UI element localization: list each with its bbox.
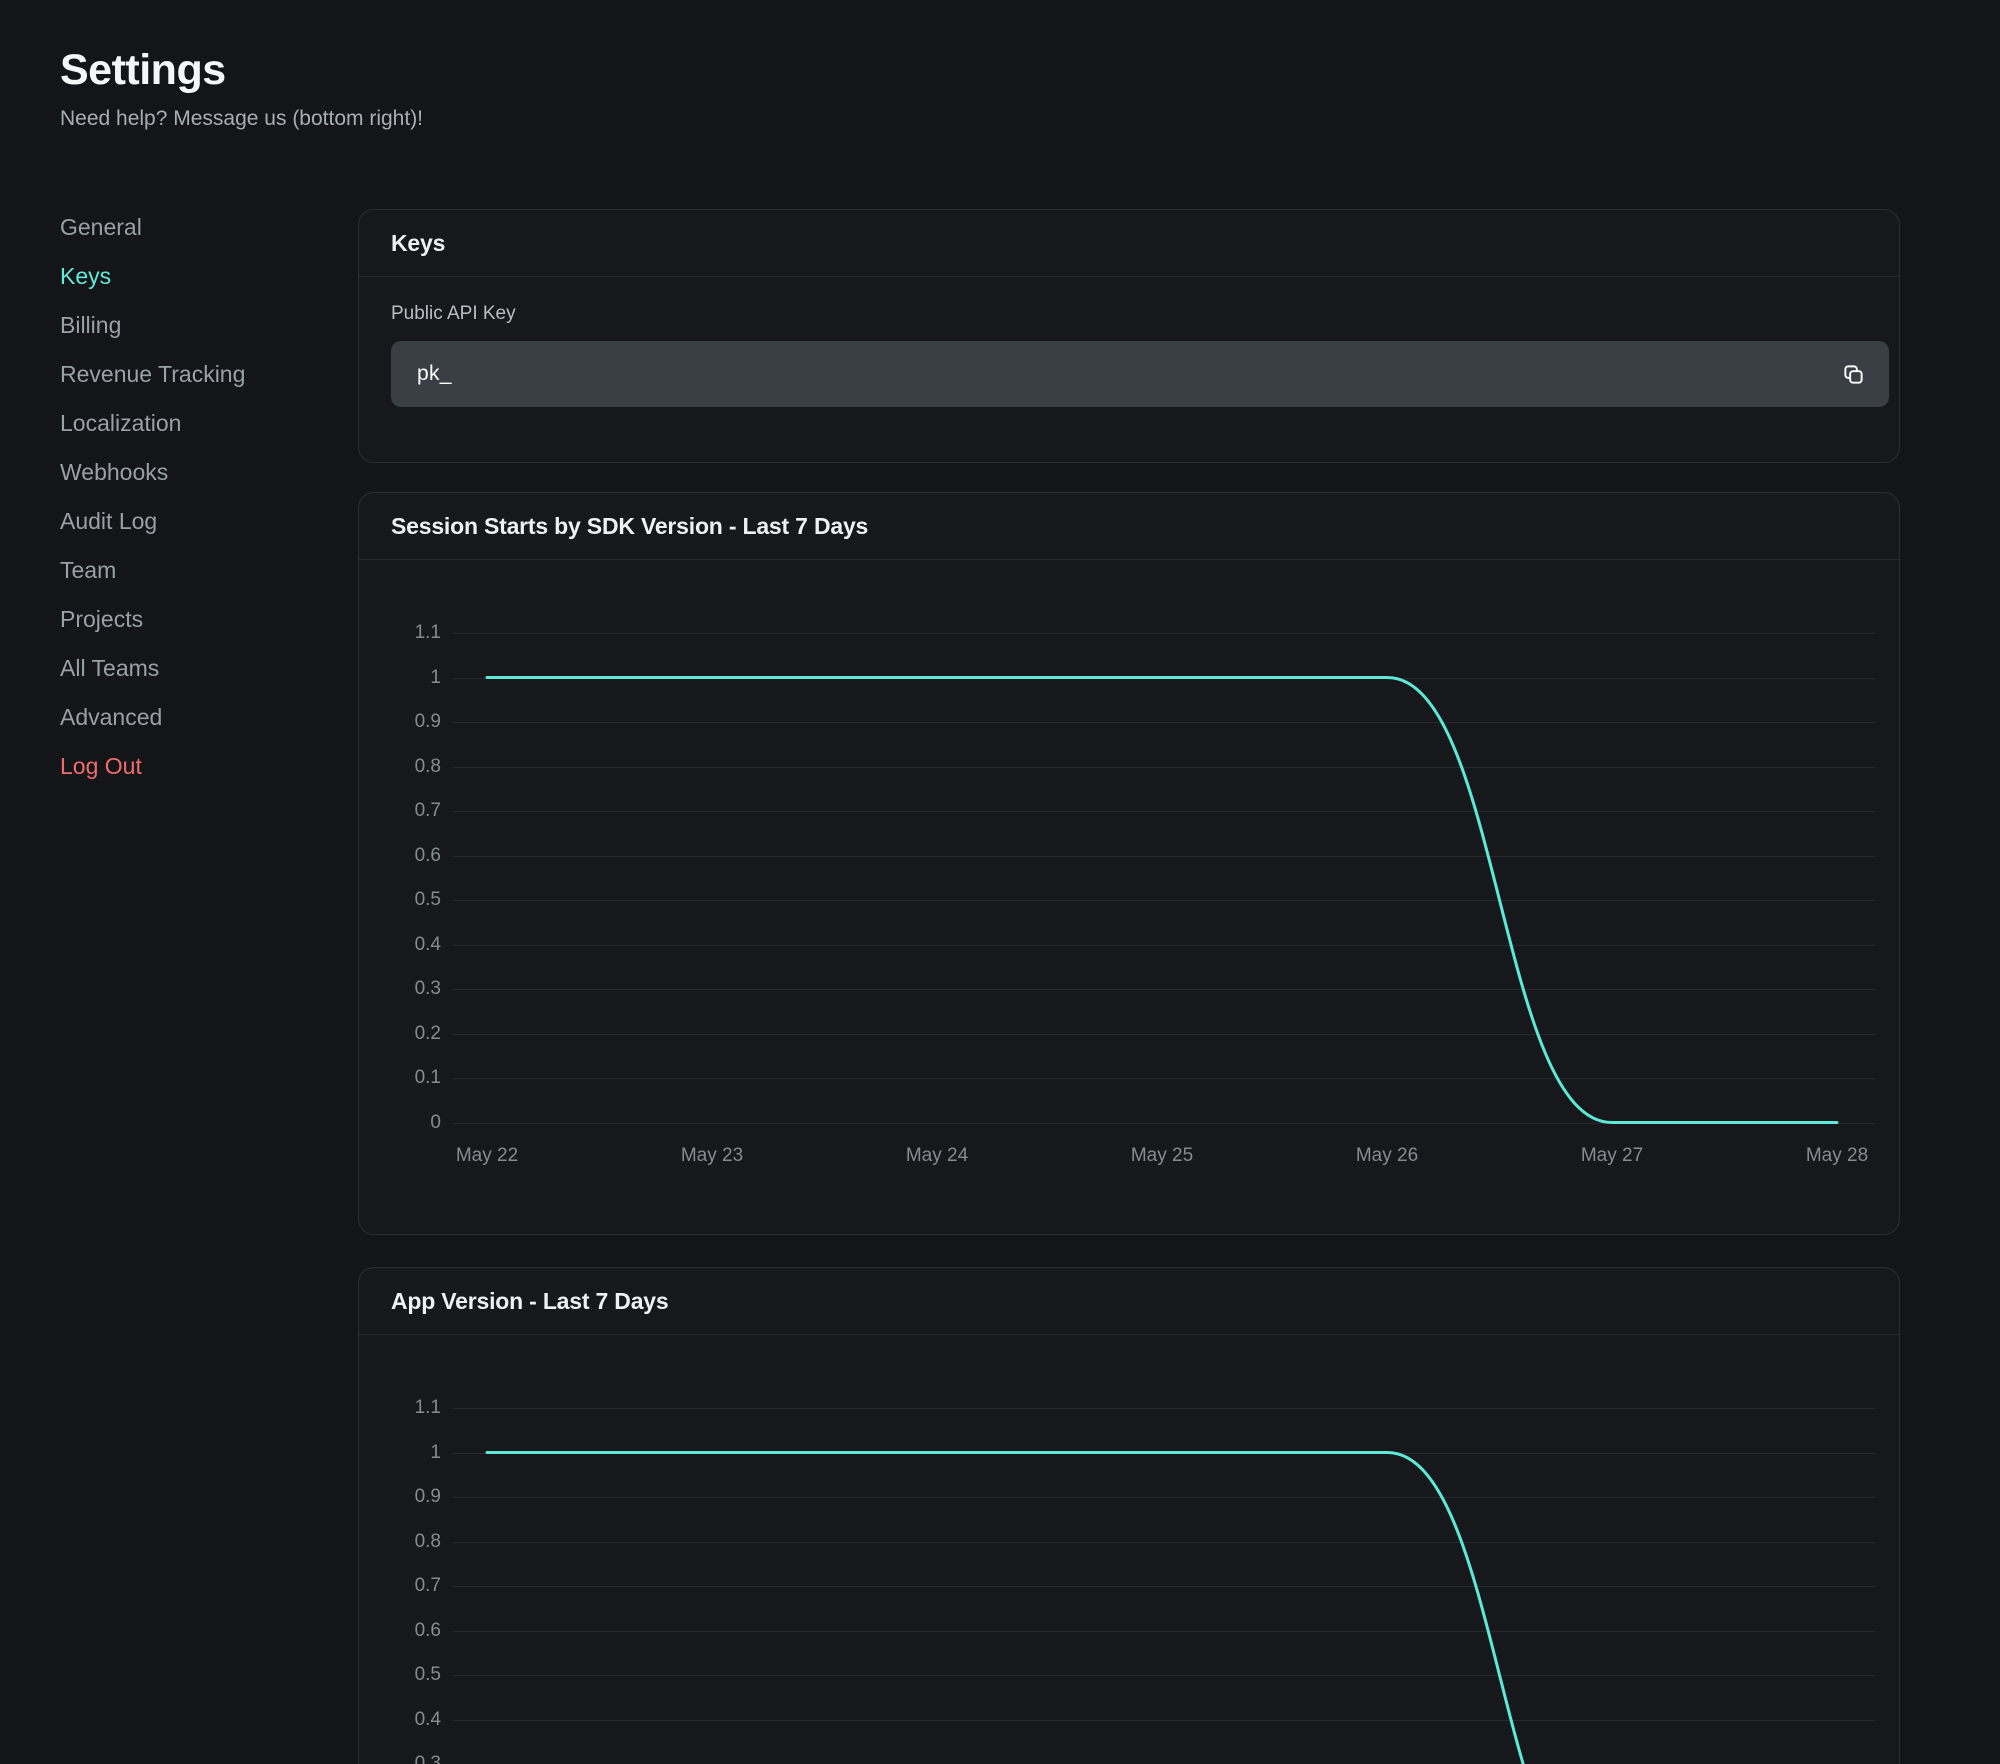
y-axis-tick-label: 0.4	[359, 1710, 441, 1730]
gridline	[453, 945, 1875, 946]
sidebar-item-audit-log[interactable]: Audit Log	[60, 497, 330, 546]
x-axis-tick-label: May 24	[867, 1145, 1007, 1167]
sidebar-item-log-out[interactable]: Log Out	[60, 742, 330, 791]
public-api-key-value: pk_	[417, 362, 1831, 386]
keys-card-body: Public API Key pk_	[359, 277, 1899, 407]
y-axis-tick-label: 0.9	[359, 712, 441, 732]
sidebar-item-revenue-tracking[interactable]: Revenue Tracking	[60, 350, 330, 399]
x-axis-tick-label: May 26	[1317, 1145, 1457, 1167]
sdk-version-chart-card: Session Starts by SDK Version - Last 7 D…	[358, 492, 1900, 1235]
gridline	[453, 1123, 1875, 1124]
sidebar-item-all-teams[interactable]: All Teams	[60, 644, 330, 693]
sidebar-item-general[interactable]: General	[60, 203, 330, 252]
sidebar-item-webhooks[interactable]: Webhooks	[60, 448, 330, 497]
y-axis-tick-label: 0.7	[359, 801, 441, 821]
y-axis-tick-label: 0.1	[359, 1068, 441, 1088]
y-axis-tick-label: 0.9	[359, 1487, 441, 1507]
page-subtitle: Need help? Message us (bottom right)!	[60, 107, 423, 131]
y-axis-tick-label: 1.1	[359, 1398, 441, 1418]
gridline	[453, 1034, 1875, 1035]
y-axis-tick-label: 0.8	[359, 757, 441, 777]
app-version-chart-card: App Version - Last 7 Days 1.110.90.80.70…	[358, 1267, 1900, 1764]
x-axis-tick-label: May 27	[1542, 1145, 1682, 1167]
sdk-version-chart[interactable]: 1.1 1 0.9 0.8 0.7 0.6 0.5 0.4 0.3 0.2 0.1 0 May 22 Ma…	[359, 493, 1901, 1236]
gridline	[453, 1675, 1875, 1676]
gridline	[453, 722, 1875, 723]
gridline	[453, 1631, 1875, 1632]
gridline	[453, 989, 1875, 990]
public-api-key-label: Public API Key	[391, 303, 1871, 325]
series-line	[359, 493, 1901, 1236]
gridline	[453, 678, 1875, 679]
y-axis-tick-label: 0.3	[359, 979, 441, 999]
gridline	[453, 856, 1875, 857]
sidebar-list: GeneralKeysBillingRevenue TrackingLocali…	[60, 203, 330, 791]
x-axis-tick-label: May 22	[417, 1145, 557, 1167]
gridline	[453, 1542, 1875, 1543]
sidebar-item-billing[interactable]: Billing	[60, 301, 330, 350]
gridline	[453, 1720, 1875, 1721]
gridline	[453, 767, 1875, 768]
sidebar-item-team[interactable]: Team	[60, 546, 330, 595]
gridline	[453, 900, 1875, 901]
y-axis-tick-label: 0.8	[359, 1532, 441, 1552]
y-axis-tick-label: 1	[359, 668, 441, 688]
sidebar: GeneralKeysBillingRevenue TrackingLocali…	[60, 203, 330, 791]
series-line	[359, 1268, 1901, 1764]
sidebar-item-localization[interactable]: Localization	[60, 399, 330, 448]
page-header: Settings Need help? Message us (bottom r…	[60, 46, 423, 131]
sidebar-item-projects[interactable]: Projects	[60, 595, 330, 644]
y-axis-tick-label: 0	[359, 1113, 441, 1133]
gridline	[453, 633, 1875, 634]
y-axis-tick-label: 0.2	[359, 1024, 441, 1044]
copy-api-key-button[interactable]	[1831, 352, 1875, 396]
y-axis-tick-label: 0.5	[359, 890, 441, 910]
y-axis-tick-label: 1.1	[359, 623, 441, 643]
y-axis-tick-label: 0.4	[359, 935, 441, 955]
app-version-chart[interactable]: 1.110.90.80.70.60.50.40.30.20.10May 22Ma…	[359, 1268, 1901, 1764]
page-title: Settings	[60, 46, 423, 95]
public-api-key-field[interactable]: pk_	[391, 341, 1889, 407]
y-axis-tick-label: 0.5	[359, 1665, 441, 1685]
copy-icon	[1842, 363, 1865, 386]
y-axis-tick-label: 1	[359, 1443, 441, 1463]
sidebar-item-keys[interactable]: Keys	[60, 252, 330, 301]
x-axis-tick-label: May 23	[642, 1145, 782, 1167]
x-axis-tick-label: May 28	[1767, 1145, 1907, 1167]
x-axis-tick-label: May 25	[1092, 1145, 1232, 1167]
gridline	[453, 1078, 1875, 1079]
gridline	[453, 1408, 1875, 1409]
gridline	[453, 1497, 1875, 1498]
y-axis-tick-label: 0.6	[359, 846, 441, 866]
y-axis-tick-label: 0.3	[359, 1754, 441, 1764]
y-axis-tick-label: 0.6	[359, 1621, 441, 1641]
y-axis-tick-label: 0.7	[359, 1576, 441, 1596]
sidebar-item-advanced[interactable]: Advanced	[60, 693, 330, 742]
gridline	[453, 811, 1875, 812]
keys-card-title: Keys	[359, 210, 1899, 277]
gridline	[453, 1586, 1875, 1587]
keys-card: Keys Public API Key pk_	[358, 209, 1900, 463]
gridline	[453, 1453, 1875, 1454]
